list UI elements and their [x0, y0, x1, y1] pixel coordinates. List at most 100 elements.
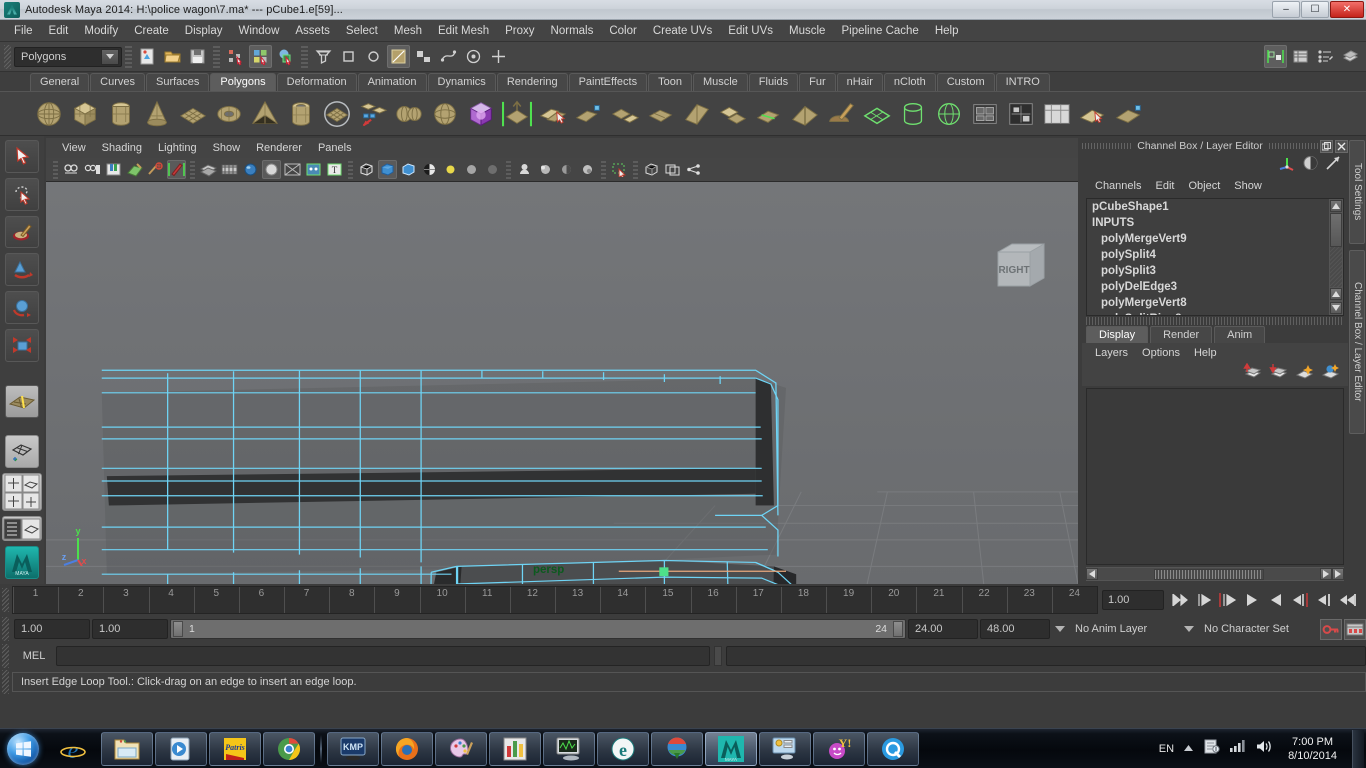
h-scroll-track[interactable] — [1098, 568, 1320, 580]
poly-sphere-icon[interactable] — [32, 97, 65, 131]
move-layer-up-icon[interactable] — [1243, 362, 1262, 385]
shelf-tab-fluids[interactable]: Fluids — [748, 73, 799, 91]
volume-icon[interactable] — [1255, 739, 1273, 759]
move-layer-down-icon[interactable] — [1269, 363, 1288, 385]
range-handle-left[interactable] — [173, 621, 183, 637]
system-monitor-icon[interactable] — [543, 731, 595, 766]
time-slider-track[interactable]: 1 2 3 4 5 6 7 8 9 10 11 12 13 14 15 16 17 18 19 20 21 22 23 24 — [12, 586, 1098, 614]
poly-bridge-icon[interactable] — [608, 97, 641, 131]
poly-merge-icon[interactable] — [572, 97, 605, 131]
mozilla-firefox-icon[interactable] — [381, 731, 433, 766]
channel-input-item[interactable]: polySplit3 — [1087, 263, 1343, 279]
last-tool-used[interactable] — [5, 384, 39, 418]
new-layer-from-selected-icon[interactable] — [1321, 363, 1340, 385]
menu-item-file[interactable]: File — [6, 23, 41, 39]
scroll-right-end-icon[interactable] — [1332, 568, 1344, 580]
save-scene-icon[interactable] — [186, 45, 209, 68]
uv-spherical-icon[interactable] — [932, 97, 965, 131]
channel-input-item[interactable]: polyMergeVert8 — [1087, 295, 1343, 311]
viewport-menu-show[interactable]: Show — [205, 141, 249, 155]
current-frame-field[interactable]: 1.00 — [1102, 590, 1164, 610]
menu-item-create[interactable]: Create — [126, 23, 177, 39]
control-panel-icon[interactable] — [759, 731, 811, 766]
new-scene-icon[interactable] — [136, 45, 159, 68]
patris-icon[interactable]: Patris — [209, 731, 261, 766]
menu-item-edit-uvs[interactable]: Edit UVs — [720, 23, 781, 39]
poly-brush-2-icon[interactable] — [1112, 97, 1145, 131]
menu-item-modify[interactable]: Modify — [76, 23, 126, 39]
menu-item-window[interactable]: Window — [230, 23, 287, 39]
image-plane-icon[interactable] — [125, 160, 144, 179]
auto-key-icon[interactable] — [1320, 618, 1342, 640]
sidetab-tool-settings[interactable]: Tool Settings — [1349, 140, 1365, 244]
shelf-tab-dynamics[interactable]: Dynamics — [427, 73, 496, 91]
channel-box-list[interactable]: pCubeShape1 INPUTS polyMergeVert9 polySp… — [1086, 198, 1344, 316]
show-manipulator-icon[interactable] — [1264, 45, 1287, 68]
step-back-frame-icon[interactable] — [1192, 589, 1216, 611]
poly-wedge-icon[interactable] — [680, 97, 713, 131]
select-by-hierarchy-icon[interactable] — [224, 45, 247, 68]
anim-end-field[interactable]: 48.00 — [980, 619, 1050, 639]
shelf-tab-muscle[interactable]: Muscle — [692, 73, 748, 91]
channel-menu-object[interactable]: Object — [1181, 179, 1227, 193]
attribute-editor-icon[interactable] — [1289, 45, 1312, 68]
gate-mask-icon[interactable] — [241, 160, 260, 179]
step-forward-key-icon[interactable] — [1288, 589, 1312, 611]
action-center-icon[interactable] — [1203, 738, 1220, 759]
select-camera-icon[interactable] — [62, 160, 81, 179]
layer-menu-options[interactable]: Options — [1135, 346, 1187, 360]
snap-point-icon[interactable] — [387, 45, 410, 68]
menu-item-display[interactable]: Display — [177, 23, 231, 39]
close-button[interactable]: ✕ — [1330, 1, 1364, 18]
undock-icon[interactable] — [1320, 139, 1333, 153]
new-layer-icon[interactable] — [1295, 363, 1314, 385]
shelf-tab-toon[interactable]: Toon — [648, 73, 692, 91]
camera-attributes-icon[interactable] — [83, 160, 102, 179]
internet-explorer-icon[interactable]: e — [47, 732, 99, 766]
viewport-menu-lighting[interactable]: Lighting — [150, 141, 205, 155]
scrollbar-track[interactable] — [1330, 247, 1342, 287]
poly-pipe-icon[interactable] — [284, 97, 317, 131]
panel-drag-dots-right[interactable] — [1268, 143, 1318, 149]
viewport-menu-view[interactable]: View — [54, 141, 94, 155]
channel-menu-edit[interactable]: Edit — [1148, 179, 1181, 193]
filter-icon[interactable] — [312, 45, 335, 68]
show-hidden-icons-icon[interactable] — [1183, 740, 1194, 758]
construction-plane-icon[interactable] — [437, 45, 460, 68]
shelf-tab-polygons[interactable]: Polygons — [210, 73, 276, 91]
maximize-button[interactable]: ☐ — [1301, 1, 1329, 18]
poly-pyramid-icon[interactable] — [248, 97, 281, 131]
quicktime-icon[interactable] — [867, 731, 919, 766]
poly-bevel-icon[interactable] — [536, 97, 569, 131]
scroll-down-icon[interactable] — [1330, 302, 1342, 314]
snap-grid-icon[interactable] — [337, 45, 360, 68]
uv-editor-icon[interactable] — [1040, 97, 1073, 131]
xray-icon[interactable] — [642, 160, 661, 179]
tool-settings-icon[interactable] — [1314, 45, 1337, 68]
menu-item-color[interactable]: Color — [601, 23, 644, 39]
anim-layer-dropdown-icon[interactable] — [1052, 620, 1067, 638]
poly-plane-icon[interactable] — [176, 97, 209, 131]
layer-list-horizontal-scrollbar[interactable] — [1086, 567, 1344, 581]
uv-layout-icon[interactable] — [1004, 97, 1037, 131]
play-forwards-icon[interactable] — [1264, 589, 1288, 611]
autodesk-maya-icon[interactable]: MAYA — [705, 731, 757, 766]
safe-action-icon[interactable] — [283, 160, 302, 179]
go-to-end-icon[interactable] — [1336, 589, 1360, 611]
close-icon[interactable] — [1335, 139, 1348, 153]
menu-item-mesh[interactable]: Mesh — [386, 23, 430, 39]
taskbar-clock[interactable]: 7:00 PM 8/10/2014 — [1282, 735, 1343, 763]
play-backwards-icon[interactable] — [1240, 589, 1264, 611]
menu-item-pipeline-cache[interactable]: Pipeline Cache — [833, 23, 926, 39]
range-end-field[interactable]: 24.00 — [908, 619, 978, 639]
snap-curve-icon[interactable] — [362, 45, 385, 68]
poly-brush-1-icon[interactable] — [1076, 97, 1109, 131]
layer-menu-layers[interactable]: Layers — [1088, 346, 1135, 360]
channel-menu-show[interactable]: Show — [1227, 179, 1269, 193]
yahoo-messenger-icon[interactable]: Y! — [813, 731, 865, 766]
command-line-gripper[interactable] — [2, 644, 9, 668]
select-by-object-icon[interactable] — [249, 45, 272, 68]
shelf-tab-deformation[interactable]: Deformation — [276, 73, 357, 91]
menu-item-help[interactable]: Help — [927, 23, 967, 39]
menu-item-edit-mesh[interactable]: Edit Mesh — [430, 23, 497, 39]
